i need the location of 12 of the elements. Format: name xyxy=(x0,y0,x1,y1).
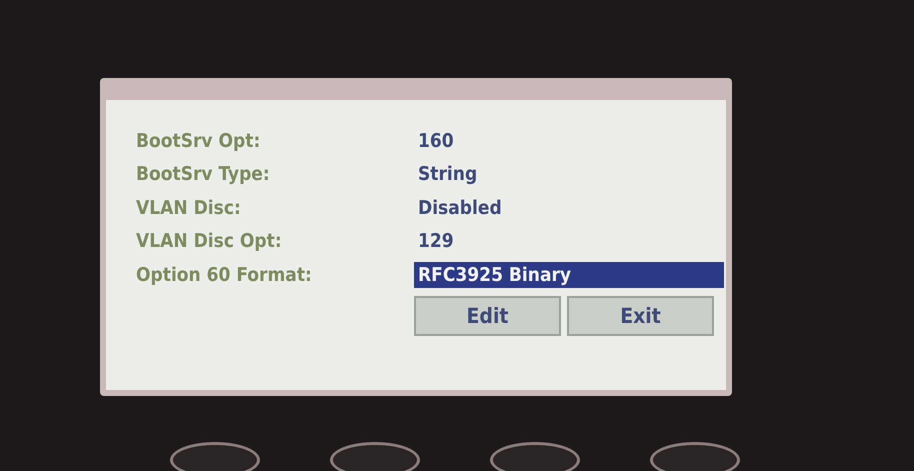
setting-label: BootSrv Type: xyxy=(136,163,270,186)
softkey-button[interactable]: Edit xyxy=(414,296,561,336)
setting-value[interactable]: RFC3925 Binary xyxy=(414,262,724,288)
setting-label: VLAN Disc Opt: xyxy=(136,230,282,252)
setting-label: BootSrv Opt: xyxy=(136,130,260,152)
setting-value[interactable]: Disabled xyxy=(414,194,508,221)
setting-value[interactable]: 129 xyxy=(414,228,460,254)
setting-label: Option 60 Format: xyxy=(136,264,312,286)
setting-label: VLAN Disc: xyxy=(136,196,241,219)
softkey-button[interactable]: Exit xyxy=(567,296,714,336)
setting-value[interactable]: 160 xyxy=(414,128,460,154)
setting-value[interactable]: String xyxy=(414,161,484,188)
